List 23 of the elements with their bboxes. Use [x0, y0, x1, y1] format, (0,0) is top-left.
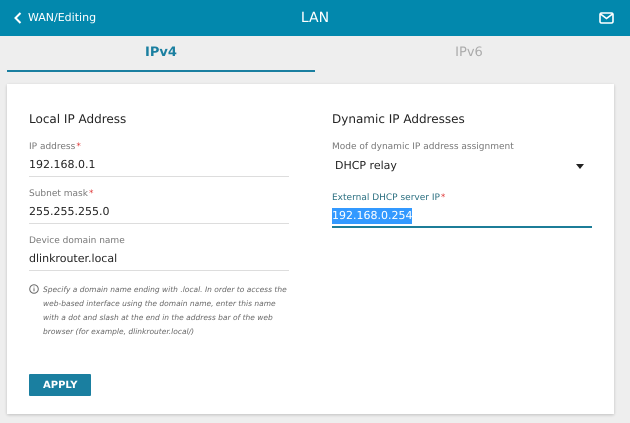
mail-icon[interactable]	[599, 12, 614, 24]
field-label: Device domain name	[29, 236, 125, 247]
apply-button[interactable]: APPLY	[29, 374, 92, 396]
section-title: Dynamic IP Addresses	[332, 111, 466, 128]
back-link[interactable]: WAN/Editing	[14, 10, 214, 26]
input-field[interactable]: 192.168.0.1	[29, 155, 289, 177]
tab[interactable]: IPv4	[7, 36, 315, 72]
field-label: Subnet mask	[29, 189, 88, 200]
input-field[interactable]: 192.168.0.254	[332, 206, 592, 228]
required-mark: *	[440, 193, 446, 204]
back-chevron-icon	[14, 12, 22, 24]
required-mark: *	[76, 142, 81, 153]
page-title: LAN	[300, 8, 330, 28]
section-title: Local IP Address	[29, 111, 128, 128]
input-field[interactable]: 255.255.255.0	[29, 202, 289, 224]
field-label: External DHCP server IP	[332, 193, 440, 204]
dropdown-caret-icon	[576, 164, 584, 168]
select-field[interactable]: DHCP relay	[332, 155, 592, 177]
field-label: IP address	[29, 142, 76, 153]
required-mark: *	[88, 189, 94, 200]
input-field[interactable]: dlinkrouter.local	[29, 249, 289, 271]
field-label: Mode of dynamic IP address assignment	[332, 142, 514, 153]
info-icon	[29, 284, 39, 294]
